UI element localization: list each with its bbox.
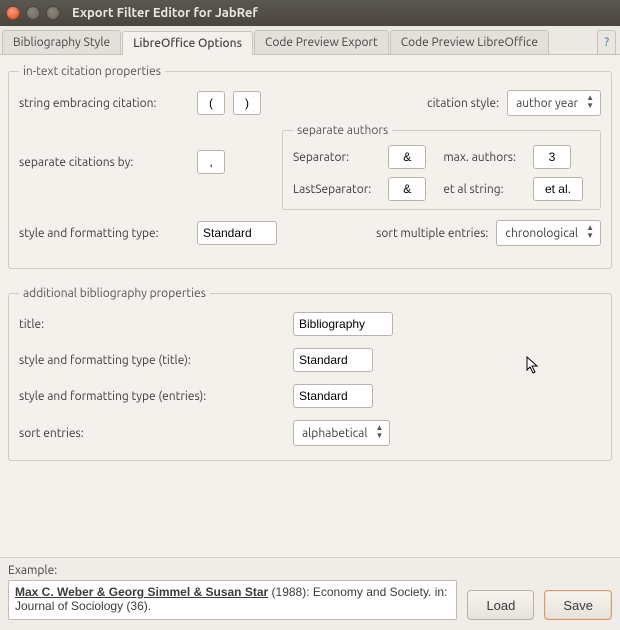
- example-authors: Max C. Weber & Georg Simmel & Susan Star: [15, 585, 268, 599]
- tab-code-preview-libreoffice[interactable]: Code Preview LibreOffice: [390, 30, 549, 54]
- tab-libreoffice-options[interactable]: LibreOffice Options: [122, 31, 253, 55]
- input-style-title[interactable]: [293, 348, 373, 372]
- label-example: Example:: [8, 564, 612, 577]
- save-button[interactable]: Save: [544, 590, 612, 620]
- label-style-title: style and formatting type (title):: [19, 354, 279, 367]
- label-embracing: string embracing citation:: [19, 97, 189, 110]
- group-intext-citation: in-text citation properties string embra…: [8, 65, 612, 269]
- close-icon[interactable]: [6, 6, 20, 20]
- label-separator: Separator:: [293, 151, 378, 164]
- input-max-authors[interactable]: [533, 145, 571, 169]
- input-title[interactable]: [293, 312, 393, 336]
- bottom-bar: Example: Max C. Weber & Georg Simmel & S…: [0, 557, 620, 630]
- label-style-entries: style and formatting type (entries):: [19, 390, 279, 403]
- legend-intext: in-text citation properties: [19, 65, 165, 78]
- group-separate-authors: separate authors Separator: max. authors…: [282, 124, 601, 210]
- input-last-separator[interactable]: [388, 177, 426, 201]
- chevron-updown-icon: ▲▼: [584, 225, 596, 241]
- load-button[interactable]: Load: [467, 590, 534, 620]
- label-last-separator: LastSeparator:: [293, 183, 378, 196]
- chevron-updown-icon: ▲▼: [374, 425, 386, 441]
- tab-code-preview-export[interactable]: Code Preview Export: [254, 30, 389, 54]
- legend-additional: additional bibliography properties: [19, 287, 210, 300]
- label-style-type: style and formatting type:: [19, 227, 189, 240]
- tab-bibliography-style[interactable]: Bibliography Style: [2, 30, 121, 54]
- input-etal[interactable]: [533, 177, 583, 201]
- minimize-icon[interactable]: [26, 6, 40, 20]
- input-embracing-close[interactable]: [233, 91, 261, 115]
- example-preview: Max C. Weber & Georg Simmel & Susan Star…: [8, 580, 457, 620]
- legend-separate-authors: separate authors: [293, 124, 392, 137]
- titlebar: Export Filter Editor for JabRef: [0, 0, 620, 26]
- input-separator[interactable]: [388, 145, 426, 169]
- label-max-authors: max. authors:: [443, 151, 523, 164]
- help-button[interactable]: ?: [597, 30, 616, 54]
- label-separate-citations: separate citations by:: [19, 156, 189, 169]
- select-citation-style[interactable]: author year ▲▼: [507, 90, 601, 116]
- select-sort-entries[interactable]: alphabetical ▲▼: [293, 420, 390, 446]
- maximize-icon[interactable]: [46, 6, 60, 20]
- input-style-entries[interactable]: [293, 384, 373, 408]
- label-etal: et al string:: [443, 183, 523, 196]
- tab-bar: Bibliography Style LibreOffice Options C…: [0, 26, 620, 55]
- group-additional-bibliography: additional bibliography properties title…: [8, 287, 612, 461]
- input-style-type[interactable]: [197, 221, 277, 245]
- chevron-updown-icon: ▲▼: [584, 95, 596, 111]
- label-sort-multiple: sort multiple entries:: [376, 227, 488, 240]
- label-sort-entries: sort entries:: [19, 427, 279, 440]
- select-sort-multiple[interactable]: chronological ▲▼: [496, 220, 601, 246]
- input-separate-citations[interactable]: [197, 150, 225, 174]
- label-title: title:: [19, 318, 279, 331]
- label-citation-style: citation style:: [427, 97, 499, 110]
- input-embracing-open[interactable]: [197, 91, 225, 115]
- window-title: Export Filter Editor for JabRef: [72, 6, 258, 20]
